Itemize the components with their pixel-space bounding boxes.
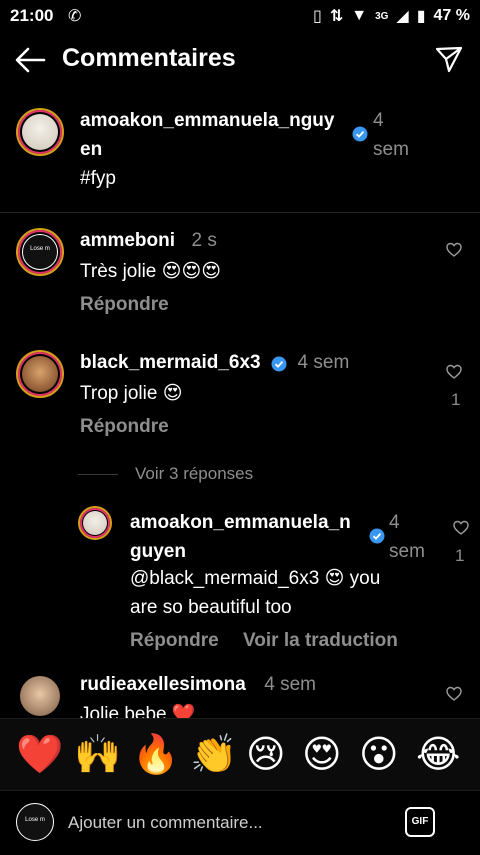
comment-time: 2 s: [191, 230, 217, 251]
comment-time: 4 sem: [297, 352, 350, 373]
comment-item: black_mermaid_6x3 4 sem Trop jolie 😍 Rép…: [0, 346, 480, 486]
emoji-bar: ❤️ 🙌 🔥 👏 😢 😍 😮 😂: [0, 718, 480, 791]
like-count: 1: [451, 390, 461, 409]
send-icon[interactable]: [434, 44, 464, 74]
emoji-red-heart[interactable]: ❤️: [16, 733, 63, 777]
verified-badge-icon: [271, 356, 287, 372]
missed-call-icon: ✆: [68, 8, 82, 25]
comment-username[interactable]: rudieaxellesimona: [80, 674, 246, 695]
emoji-raising-hands[interactable]: 🙌: [74, 733, 121, 777]
signal-icon: ◢: [396, 8, 409, 25]
verified-badge-icon: [352, 126, 368, 142]
emoji-heart-eyes[interactable]: 😍: [302, 733, 342, 777]
like-heart-icon[interactable]: [446, 364, 462, 380]
verified-badge-icon: [369, 528, 385, 544]
emoji-tears-of-joy[interactable]: 😂: [416, 733, 460, 777]
reply-text: @black_mermaid_6x3 😍 you are so beautifu…: [130, 568, 381, 618]
like-count: 1: [455, 546, 465, 565]
like-heart-icon[interactable]: [446, 242, 462, 258]
avatar[interactable]: [78, 506, 112, 540]
reply-button[interactable]: Répondre: [130, 630, 219, 652]
vibrate-icon: ▯: [313, 8, 322, 25]
battery-icon: ▮: [416, 8, 426, 25]
comment-text: Jolie bebe ❤️: [80, 704, 196, 718]
like-heart-icon[interactable]: [453, 520, 469, 536]
comment-text: Trop jolie 😍: [80, 383, 183, 404]
reply-time: 4 sem: [389, 512, 425, 562]
status-bar: 21:00 ✆ ▯ ⇅ ▼ 3G ◢ ▮ 47 %: [0, 0, 480, 32]
comment-time: 4 sem: [264, 674, 316, 695]
comment-text: Très jolie 😍😍😍: [80, 261, 222, 282]
caption-text: #fyp: [80, 168, 116, 189]
status-icons: ▯ ⇅ ▼ 3G ◢ ▮ 47 %: [313, 6, 470, 26]
comment-username[interactable]: ammeboni: [80, 230, 175, 251]
divider: [0, 212, 480, 213]
comment-composer: Lose m Ajouter un commentaire... GIF: [0, 790, 480, 855]
avatar[interactable]: [16, 350, 64, 398]
comment-item: Lose m ammeboni 2 s Très jolie 😍😍😍 Répon…: [0, 224, 480, 324]
data-arrows-icon: ⇅: [329, 8, 344, 25]
avatar[interactable]: Lose m: [16, 228, 64, 276]
view-replies-line: [78, 474, 118, 475]
gif-button[interactable]: GIF: [405, 807, 435, 837]
avatar[interactable]: [20, 676, 60, 716]
see-translation-button[interactable]: Voir la traduction: [243, 630, 398, 652]
caption-username[interactable]: amoakon_emmanuela_nguy en: [80, 106, 334, 164]
battery-percent: 47 %: [433, 7, 470, 24]
wifi-icon: ▼: [351, 7, 368, 24]
reply-button[interactable]: Répondre: [80, 416, 169, 438]
header: Commentaires: [0, 32, 480, 88]
emoji-surprised-face[interactable]: 😮: [359, 733, 399, 777]
emoji-crying-face[interactable]: 😢: [246, 733, 286, 777]
avatar: Lose m: [16, 803, 54, 841]
view-replies-button[interactable]: Voir 3 réponses: [135, 464, 253, 484]
page-title: Commentaires: [62, 44, 236, 72]
network-label: 3G: [375, 10, 389, 22]
emoji-fire[interactable]: 🔥: [132, 733, 179, 777]
status-time: 21:00: [10, 6, 54, 25]
like-heart-icon[interactable]: [446, 686, 462, 702]
avatar[interactable]: [16, 108, 64, 156]
caption-time: 4 sem: [373, 110, 409, 160]
comment-item: rudieaxellesimona 4 sem Jolie bebe ❤️: [0, 668, 480, 718]
reply-item: amoakon_emmanuela_n guyen 4 sem @black_m…: [0, 506, 480, 656]
reply-username[interactable]: amoakon_emmanuela_n guyen: [130, 508, 351, 566]
reply-button[interactable]: Répondre: [80, 294, 169, 316]
comment-input[interactable]: Ajouter un commentaire...: [68, 813, 263, 833]
emoji-clapping-hands[interactable]: 👏: [190, 733, 237, 777]
comment-username[interactable]: black_mermaid_6x3: [80, 352, 261, 373]
caption-block: amoakon_emmanuela_nguy en 4 sem #fyp: [0, 100, 480, 210]
back-arrow-icon[interactable]: [14, 46, 46, 74]
